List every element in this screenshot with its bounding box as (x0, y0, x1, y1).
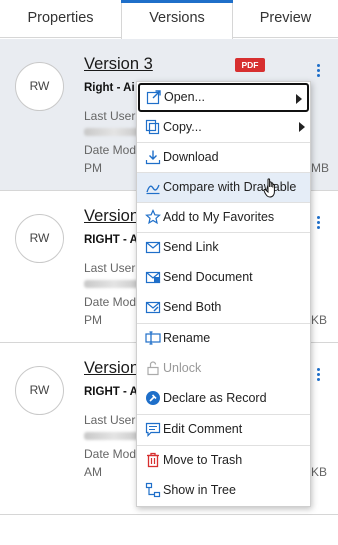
last-user-label: Last User (84, 261, 136, 275)
open-external-icon (146, 90, 161, 105)
submenu-arrow-icon (296, 94, 302, 104)
avatar: RW (15, 366, 64, 415)
hand-cursor-icon (263, 178, 275, 198)
menu-item-label: Unlock (163, 361, 202, 375)
pdf-badge-icon: PDF (235, 58, 265, 72)
gavel-icon (146, 391, 160, 405)
tab-properties[interactable]: Properties (0, 0, 121, 38)
menu-item-unlock[interactable]: Unlock (137, 354, 310, 383)
menu-item-add-to-favorites[interactable]: Add to My Favorites (137, 203, 310, 232)
menu-item-rename[interactable]: Rename (137, 324, 310, 353)
file-size: KB (311, 313, 328, 327)
menu-item-label: Copy... (163, 120, 202, 134)
menu-item-label: Open... (164, 90, 205, 104)
envelope-link-icon (145, 241, 161, 254)
menu-item-label: Rename (163, 331, 211, 345)
menu-item-label: Add to My Favorites (163, 210, 275, 224)
menu-item-label: Edit Comment (163, 422, 243, 436)
menu-item-compare[interactable]: Compare with Drawable (137, 173, 310, 202)
menu-item-download[interactable]: Download (137, 143, 310, 172)
menu-item-label: Download (163, 150, 219, 164)
redacted-user-name (84, 128, 144, 136)
time-suffix: PM (84, 161, 102, 175)
menu-item-label: Send Link (163, 240, 219, 254)
menu-item-open[interactable]: Open... (138, 83, 309, 112)
menu-item-copy[interactable]: Copy... (137, 113, 310, 142)
file-size: MB (311, 161, 329, 175)
context-menu: Open... Copy... Download Compare with Dr… (136, 81, 311, 507)
last-user-label: Last User (84, 109, 136, 123)
menu-item-show-in-tree[interactable]: Show in Tree (137, 476, 310, 505)
menu-item-label: Move to Trash (163, 453, 243, 467)
version-subtitle: RIGHT - A (84, 234, 138, 246)
version-subtitle: Right - Ai (84, 82, 135, 94)
menu-item-send-link[interactable]: Send Link (137, 233, 310, 262)
rename-icon (145, 331, 161, 345)
date-modified-label: Date Mod (84, 295, 137, 309)
date-modified-label: Date Mod (84, 447, 137, 461)
redacted-user-name (84, 280, 144, 288)
redacted-user-name (84, 432, 144, 440)
menu-item-declare-as-record[interactable]: Declare as Record (137, 384, 310, 413)
menu-item-send-document[interactable]: Send Document (137, 263, 310, 292)
version-subtitle: RIGHT - A (84, 386, 138, 398)
compare-icon (146, 184, 160, 195)
menu-item-label: Send Document (163, 270, 253, 284)
more-options-icon[interactable] (312, 64, 324, 80)
avatar: RW (15, 214, 64, 263)
envelope-document-icon (145, 271, 161, 284)
envelope-both-icon (145, 301, 161, 314)
menu-item-label: Send Both (163, 300, 222, 314)
date-modified-label: Date Mod (84, 143, 137, 157)
version-title-link[interactable]: Version (84, 359, 139, 378)
menu-item-edit-comment[interactable]: Edit Comment (137, 415, 310, 444)
trash-icon (147, 452, 159, 468)
menu-item-label: Show in Tree (163, 483, 236, 497)
file-size: KB (311, 465, 328, 479)
menu-item-send-both[interactable]: Send Both (137, 293, 310, 322)
tab-versions[interactable]: Versions (121, 0, 233, 39)
download-icon (145, 150, 161, 165)
version-title-link[interactable]: Version 3 (84, 55, 153, 74)
more-options-icon[interactable] (312, 216, 324, 232)
tab-preview[interactable]: Preview (233, 0, 338, 38)
more-options-icon[interactable] (312, 368, 324, 384)
menu-item-move-to-trash[interactable]: Move to Trash (137, 446, 310, 475)
submenu-arrow-icon (299, 122, 305, 132)
copy-icon (145, 119, 160, 135)
tree-icon (145, 482, 161, 498)
version-title-link[interactable]: Version (84, 207, 139, 226)
time-suffix: AM (84, 465, 102, 479)
unlock-icon (147, 361, 159, 376)
menu-item-label: Declare as Record (163, 391, 267, 405)
star-icon (145, 209, 161, 225)
last-user-label: Last User (84, 413, 136, 427)
time-suffix: PM (84, 313, 102, 327)
avatar: RW (15, 62, 64, 111)
tab-bar: Properties Versions Preview (0, 0, 338, 39)
comment-icon (145, 422, 161, 437)
